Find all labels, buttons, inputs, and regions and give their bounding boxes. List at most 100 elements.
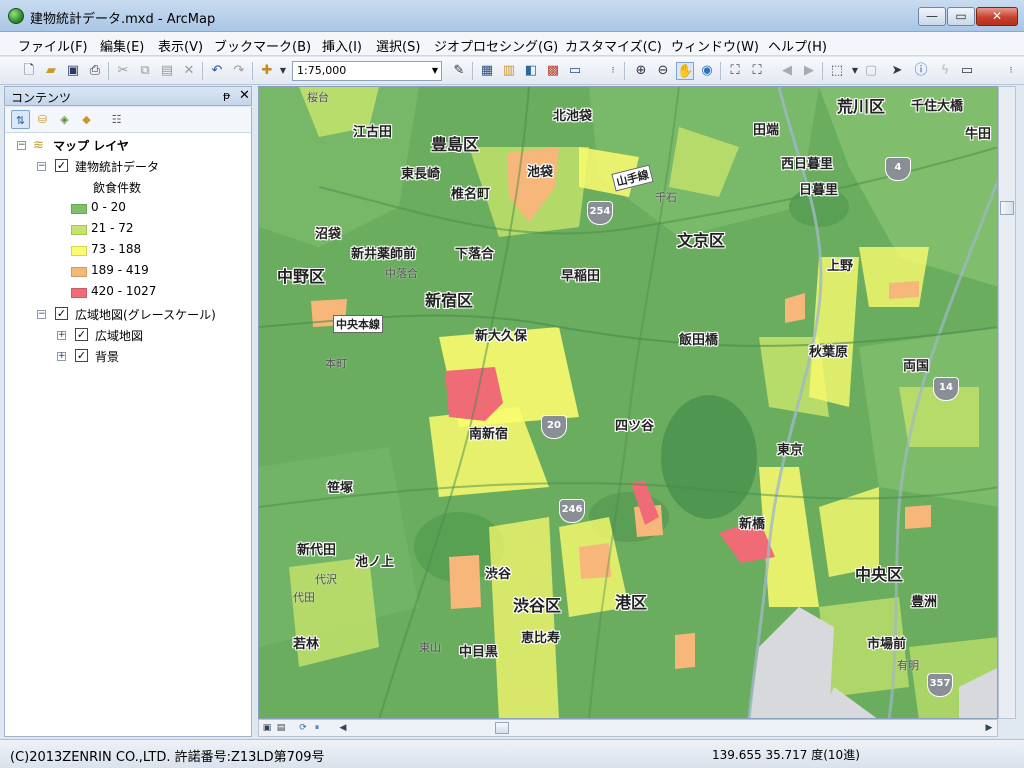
list-by-drawing-order-icon[interactable]: ⇅ xyxy=(11,110,30,129)
search-window-icon[interactable]: ◧ xyxy=(522,62,540,80)
menu-file[interactable]: ファイル(F) xyxy=(18,36,88,55)
minor-place-label: 有明 xyxy=(897,659,919,672)
scroll-left-arrow-icon[interactable]: ◀ xyxy=(337,722,349,734)
list-by-visibility-icon[interactable]: ◈ xyxy=(55,110,74,129)
zoom-out-icon[interactable]: ⊖ xyxy=(654,62,672,80)
close-icon[interactable]: ✕ xyxy=(239,88,250,103)
legend-class-label: 189 - 419 xyxy=(91,263,149,277)
expand-toggle[interactable]: + xyxy=(57,352,66,361)
data-frame-label[interactable]: マップ レイヤ xyxy=(53,137,129,154)
menu-help[interactable]: ヘルプ(H) xyxy=(768,36,827,55)
place-label: 新井薬師前 xyxy=(351,247,417,262)
options-icon[interactable]: ☷ xyxy=(107,110,126,129)
pause-drawing-icon[interactable]: ⏸ xyxy=(311,722,323,734)
fixed-zoom-in-icon[interactable]: ⛶ xyxy=(726,62,744,80)
back-arrow-icon[interactable]: ◀ xyxy=(778,62,796,80)
copy-icon[interactable]: ⧉ xyxy=(136,62,154,80)
menu-geoprocessing[interactable]: ジオプロセシング(G) xyxy=(434,36,558,55)
toolbar-overflow-icon[interactable]: ⁝ xyxy=(1002,62,1020,80)
toc-title: コンテンツ xyxy=(11,91,72,105)
toolbar-separator xyxy=(202,62,203,80)
layer-visibility-checkbox[interactable]: ✓ xyxy=(75,349,88,362)
place-label: 沼袋 xyxy=(315,227,342,242)
new-document-icon[interactable]: 🗋 xyxy=(20,62,38,80)
layer-visibility-checkbox[interactable]: ✓ xyxy=(75,328,88,341)
legend-class-label: 420 - 1027 xyxy=(91,284,157,298)
editor-toolbar-icon[interactable]: ✎ xyxy=(450,62,468,80)
legend-swatch[interactable] xyxy=(71,267,87,277)
menu-windows[interactable]: ウィンドウ(W) xyxy=(671,36,759,55)
identify-info-icon[interactable]: ⓘ xyxy=(912,62,930,80)
toc-header: コンテンツ ᵽ ✕ xyxy=(4,86,252,106)
arctoolbox-icon[interactable]: ▩ xyxy=(544,62,562,80)
cut-icon[interactable]: ✂ xyxy=(114,62,132,80)
map-vertical-scrollbar[interactable] xyxy=(998,86,1016,719)
layer-visibility-checkbox[interactable]: ✓ xyxy=(55,307,68,320)
toolbar-overflow-icon[interactable]: ⁝ xyxy=(604,62,622,80)
list-by-selection-icon[interactable]: ◆ xyxy=(77,110,96,129)
data-view-icon[interactable]: ▣ xyxy=(261,722,273,734)
place-label: 笹塚 xyxy=(327,481,354,496)
menu-edit[interactable]: 編集(E) xyxy=(100,36,144,55)
menu-bookmarks[interactable]: ブックマーク(B) xyxy=(214,36,311,55)
table-window-icon[interactable]: ▦ xyxy=(478,62,496,80)
map-horizontal-bar: ▣ ▤ ⟳ ⏸ ◀ ▶ xyxy=(258,719,998,737)
collapse-toggle[interactable]: − xyxy=(37,310,46,319)
layer-visibility-checkbox[interactable]: ✓ xyxy=(55,159,68,172)
print-icon[interactable]: ⎙ xyxy=(86,62,104,80)
select-features-icon[interactable]: ⬚ xyxy=(828,62,846,80)
vertical-scroll-thumb[interactable] xyxy=(1000,201,1014,215)
legend-swatch[interactable] xyxy=(71,204,87,214)
layer-label[interactable]: 背景 xyxy=(95,348,119,365)
toolbar-separator xyxy=(822,62,823,80)
add-data-dropdown-icon[interactable]: ▼ xyxy=(274,62,292,80)
map-scale-select[interactable]: 1:75,000 ▼ xyxy=(292,61,442,81)
html-popup-icon[interactable]: ▭ xyxy=(958,62,976,80)
horizontal-scroll-thumb[interactable] xyxy=(495,722,509,734)
pin-icon[interactable]: ᵽ xyxy=(223,89,230,102)
menu-view[interactable]: 表示(V) xyxy=(158,36,203,55)
save-icon[interactable]: ▣ xyxy=(64,62,82,80)
hyperlink-icon[interactable]: ϟ xyxy=(936,62,954,80)
layout-view-icon[interactable]: ▤ xyxy=(275,722,287,734)
minor-place-label: 代田 xyxy=(293,591,315,604)
clear-selection-icon[interactable]: ▢ xyxy=(862,62,880,80)
forward-arrow-icon[interactable]: ▶ xyxy=(800,62,818,80)
paste-icon[interactable]: ▤ xyxy=(158,62,176,80)
full-extent-globe-icon[interactable]: ◉ xyxy=(698,62,716,80)
legend-swatch[interactable] xyxy=(71,225,87,235)
maximize-button[interactable]: ▭ xyxy=(947,7,975,26)
select-elements-arrow-icon[interactable]: ➤ xyxy=(888,62,906,80)
collapse-toggle[interactable]: − xyxy=(37,162,46,171)
close-button[interactable]: ✕ xyxy=(976,7,1018,26)
redo-icon[interactable]: ↷ xyxy=(230,62,248,80)
ward-label: 豊島区 xyxy=(431,135,480,154)
layer-label[interactable]: 建物統計データ xyxy=(75,158,159,175)
fixed-zoom-out-icon[interactable]: ⛶ xyxy=(748,62,766,80)
delete-icon[interactable]: ✕ xyxy=(180,62,198,80)
zoom-in-icon[interactable]: ⊕ xyxy=(632,62,650,80)
menu-insert[interactable]: 挿入(I) xyxy=(322,36,362,55)
minimize-button[interactable]: — xyxy=(918,7,946,26)
python-window-icon[interactable]: ▭ xyxy=(566,62,584,80)
place-label: 新橋 xyxy=(739,517,766,532)
scroll-right-arrow-icon[interactable]: ▶ xyxy=(983,722,995,734)
refresh-icon[interactable]: ⟳ xyxy=(297,722,309,734)
pan-hand-icon[interactable]: ✋ xyxy=(676,62,694,80)
legend-swatch[interactable] xyxy=(71,246,87,256)
expand-toggle[interactable]: + xyxy=(57,331,66,340)
group-layer-label[interactable]: 広域地図(グレースケール) xyxy=(75,306,216,323)
toolbar-separator xyxy=(252,62,253,80)
layer-label[interactable]: 広域地図 xyxy=(95,327,143,344)
catalog-window-icon[interactable]: ▥ xyxy=(500,62,518,80)
legend-swatch[interactable] xyxy=(71,288,87,298)
open-folder-icon[interactable]: ▰ xyxy=(42,62,60,80)
undo-icon[interactable]: ↶ xyxy=(208,62,226,80)
place-label: 中目黒 xyxy=(459,645,499,660)
list-by-source-icon[interactable]: ⛁ xyxy=(33,110,52,129)
collapse-toggle[interactable]: − xyxy=(17,141,26,150)
route-shield-icon: 4 xyxy=(885,157,911,181)
menu-customize[interactable]: カスタマイズ(C) xyxy=(565,36,662,55)
menu-selection[interactable]: 選択(S) xyxy=(376,36,420,55)
map-view[interactable]: 豊島区 荒川区 文京区 中野区 新宿区 渋谷区 港区 中央区 江古田 北池袋 田… xyxy=(258,86,998,719)
